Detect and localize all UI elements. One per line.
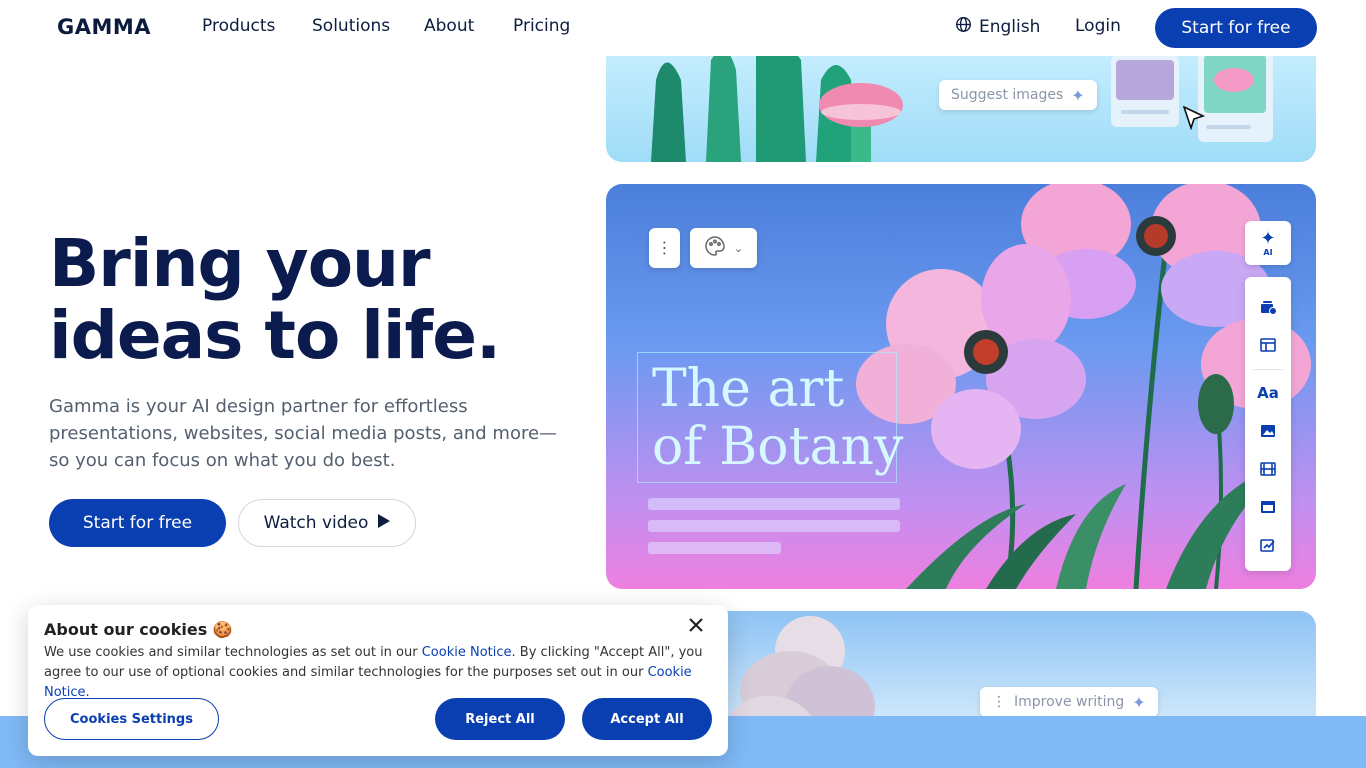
hero-title-line1: Bring your bbox=[49, 225, 431, 302]
login-link[interactable]: Login bbox=[1075, 16, 1121, 36]
cookie-emoji-icon: 🍪 bbox=[212, 620, 233, 639]
sparkle-icon: ✦ bbox=[1071, 85, 1085, 105]
sparkle-icon: ✦ bbox=[1260, 227, 1276, 249]
play-icon bbox=[378, 513, 391, 533]
placeholder-line bbox=[648, 542, 781, 554]
art-title-text: The art of Botany bbox=[652, 360, 903, 476]
more-options-button[interactable]: ⋮ bbox=[649, 228, 680, 268]
cursor-icon bbox=[1182, 105, 1206, 134]
nav-pricing[interactable]: Pricing bbox=[513, 16, 570, 36]
gamma-logo[interactable]: GAMMA bbox=[57, 15, 151, 39]
hero-title-line2: ideas to life. bbox=[49, 297, 501, 374]
watch-video-label: Watch video bbox=[263, 513, 369, 533]
watch-video-button[interactable]: Watch video bbox=[238, 499, 416, 547]
text-style-icon[interactable]: Aa bbox=[1257, 383, 1279, 403]
language-selector[interactable]: English bbox=[955, 16, 1040, 38]
nav-about[interactable]: About bbox=[424, 16, 474, 36]
ai-badge: AI bbox=[1263, 247, 1273, 257]
drag-handle-icon: ⋮ bbox=[992, 694, 1006, 710]
improve-writing-chip[interactable]: ⋮ Improve writing ✦ bbox=[980, 687, 1158, 717]
nav-start-for-free-button[interactable]: Start for free bbox=[1155, 8, 1317, 48]
start-for-free-button[interactable]: Start for free bbox=[49, 499, 226, 547]
hero-title: Bring your ideas to life. bbox=[49, 225, 501, 374]
reject-all-button[interactable]: Reject All bbox=[435, 698, 565, 740]
top-navbar: GAMMA Products Solutions About Pricing E… bbox=[0, 0, 1366, 56]
art-title-line2: of Botany bbox=[652, 417, 904, 477]
ai-button[interactable]: ✦ AI bbox=[1245, 221, 1291, 265]
art-title-line1: The art bbox=[652, 359, 845, 419]
placeholder-line bbox=[648, 520, 900, 532]
cookie-title-text: About our cookies bbox=[44, 620, 208, 639]
layout-icon[interactable] bbox=[1258, 335, 1278, 355]
vertical-dots-icon: ⋮ bbox=[656, 238, 673, 257]
suggest-images-chip[interactable]: Suggest images ✦ bbox=[939, 80, 1097, 110]
video-icon[interactable] bbox=[1258, 459, 1278, 479]
improve-writing-label: Improve writing bbox=[1014, 694, 1125, 710]
placeholder-line bbox=[648, 498, 900, 510]
cookie-message: We use cookies and similar technologies … bbox=[44, 643, 716, 703]
hero-subtitle: Gamma is your AI design partner for effo… bbox=[49, 396, 558, 471]
edit-chart-icon[interactable] bbox=[1258, 535, 1278, 555]
theme-picker-button[interactable]: ⌄ bbox=[690, 228, 757, 268]
embed-icon[interactable] bbox=[1258, 497, 1278, 517]
nav-solutions[interactable]: Solutions bbox=[312, 16, 390, 36]
language-label: English bbox=[979, 17, 1041, 37]
toolbar-divider bbox=[1253, 369, 1283, 370]
cookie-banner: About our cookies 🍪 We use cookies and s… bbox=[28, 605, 728, 756]
side-toolbar: Aa bbox=[1245, 277, 1291, 571]
accept-all-button[interactable]: Accept All bbox=[582, 698, 712, 740]
nav-products[interactable]: Products bbox=[202, 16, 275, 36]
chevron-down-icon: ⌄ bbox=[733, 241, 744, 255]
cookie-notice-link[interactable]: Cookie Notice bbox=[422, 645, 512, 660]
cookie-title: About our cookies 🍪 bbox=[44, 620, 233, 639]
suggest-images-label: Suggest images bbox=[951, 87, 1064, 103]
globe-icon bbox=[955, 16, 972, 38]
add-card-icon[interactable] bbox=[1258, 297, 1278, 317]
preview-card-top: Suggest images ✦ bbox=[606, 40, 1316, 162]
sparkle-icon: ✦ bbox=[1132, 692, 1146, 712]
palette-icon bbox=[704, 235, 726, 261]
close-icon[interactable] bbox=[686, 615, 706, 635]
cookie-text-1: We use cookies and similar technologies … bbox=[44, 645, 422, 660]
image-icon[interactable] bbox=[1258, 421, 1278, 441]
cookies-settings-button[interactable]: Cookies Settings bbox=[44, 698, 219, 740]
